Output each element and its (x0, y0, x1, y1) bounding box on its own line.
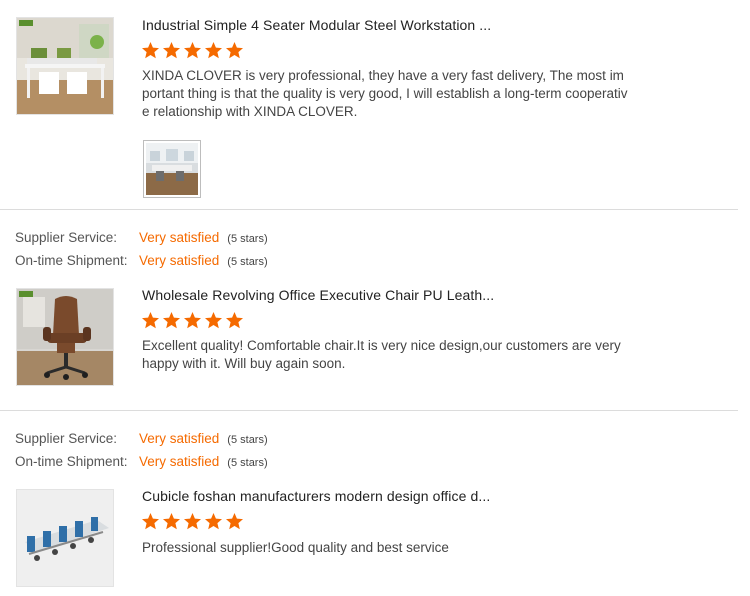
star-icon (183, 311, 202, 330)
shipment-count: (5 stars) (227, 457, 268, 469)
supplier-service-count: (5 stars) (227, 233, 268, 245)
divider (0, 410, 738, 411)
workstation-image (17, 18, 113, 114)
star-icon (225, 311, 244, 330)
product-title-link[interactable]: Cubicle foshan manufacturers modern desi… (142, 488, 490, 504)
product-title-link[interactable]: Wholesale Revolving Office Executive Cha… (142, 287, 494, 303)
office-photo-image (146, 143, 198, 195)
product-thumbnail-chair[interactable] (16, 288, 114, 386)
supplier-service-count: (5 stars) (227, 434, 268, 446)
star-icon (162, 512, 181, 531)
review-comment: XINDA CLOVER is very professional, they … (142, 68, 628, 119)
shipment-rating: On-time Shipment: Very satisfied (5 stars) (15, 253, 268, 268)
review-photo[interactable] (143, 140, 201, 198)
product-thumbnail-cubicle[interactable] (16, 489, 114, 587)
supplier-service-rating: Supplier Service: Very satisfied (5 stars) (15, 230, 268, 245)
star-icon (225, 41, 244, 60)
supplier-service-label: Supplier Service: (15, 431, 118, 446)
star-icon (162, 311, 181, 330)
star-icon (204, 41, 223, 60)
star-icon (183, 41, 202, 60)
divider (0, 209, 738, 210)
shipment-rating: On-time Shipment: Very satisfied (5 stars) (15, 454, 268, 469)
star-icon (141, 41, 160, 60)
star-icon (204, 311, 223, 330)
star-icon (204, 512, 223, 531)
shipment-count: (5 stars) (227, 256, 268, 268)
office-chair-image (17, 289, 113, 385)
supplier-service-value: Very satisfied (139, 431, 220, 446)
shipment-value: Very satisfied (139, 253, 220, 268)
star-rating (141, 512, 244, 531)
review-comment: Professional supplier!Good quality and b… (142, 540, 449, 555)
star-rating (141, 41, 244, 60)
star-icon (183, 512, 202, 531)
shipment-label: On-time Shipment: (15, 253, 128, 268)
supplier-service-rating: Supplier Service: Very satisfied (5 stars) (15, 431, 268, 446)
cubicle-workstation-image (17, 490, 113, 586)
star-rating (141, 311, 244, 330)
star-icon (141, 311, 160, 330)
product-title-link[interactable]: Industrial Simple 4 Seater Modular Steel… (142, 17, 491, 33)
supplier-service-label: Supplier Service: (15, 230, 118, 245)
review-comment: Excellent quality! Comfortable chair.It … (142, 338, 621, 371)
star-icon (225, 512, 244, 531)
shipment-label: On-time Shipment: (15, 454, 128, 469)
star-icon (141, 512, 160, 531)
product-thumbnail-workstation[interactable] (16, 17, 114, 115)
supplier-service-value: Very satisfied (139, 230, 220, 245)
shipment-value: Very satisfied (139, 454, 220, 469)
star-icon (162, 41, 181, 60)
